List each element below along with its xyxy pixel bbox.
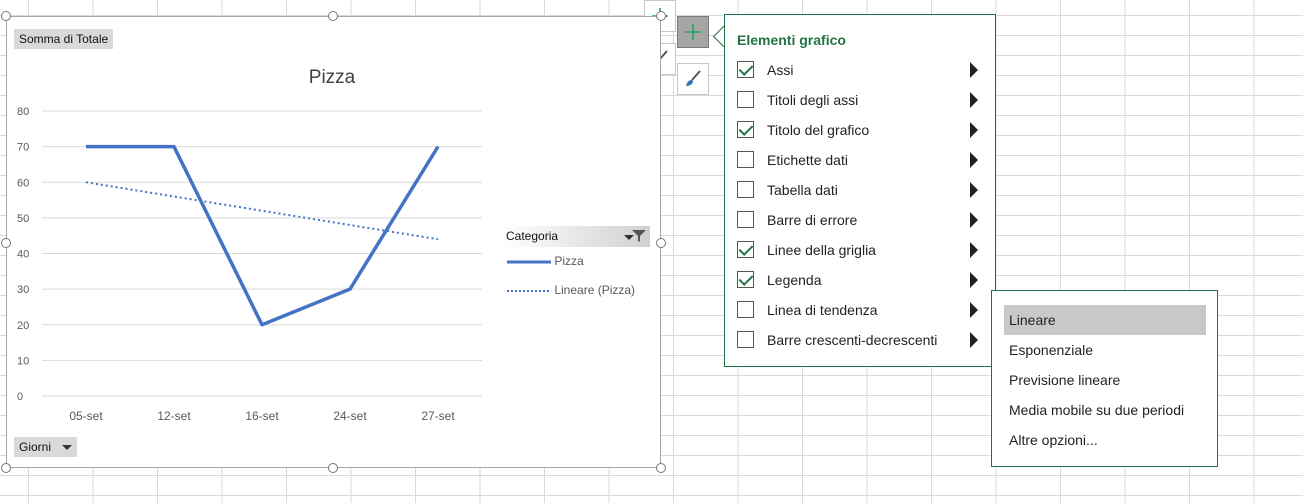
resize-handle[interactable] [656,463,666,473]
trendline-option[interactable]: Lineare [1004,305,1206,335]
chart-element-row[interactable]: Titolo del grafico [725,115,995,145]
brush-icon [686,70,701,86]
chart-element-row[interactable]: Legenda [725,265,995,295]
checkmark-icon [738,61,754,76]
add-chart-element-button[interactable] [677,16,709,48]
resize-handle[interactable] [1,11,11,21]
checkbox[interactable] [737,151,754,168]
checkbox[interactable] [737,211,754,228]
resize-handle[interactable] [1,238,11,248]
plus-icon [685,24,701,40]
resize-handle[interactable] [656,238,666,248]
y-tick-label: 30 [17,284,29,296]
x-tick-label: 12-set [157,409,191,423]
checkbox[interactable] [737,91,754,108]
chart-styles-button[interactable] [677,63,709,95]
chart-element-label: Linea di tendenza [767,302,878,318]
legend-label: Pizza [554,254,584,268]
trendline-option[interactable]: Previsione lineare [1004,365,1206,395]
checkmark-icon [738,271,754,286]
checkbox[interactable] [737,241,754,258]
submenu-arrow-icon[interactable] [970,62,978,78]
pivot-chart[interactable]: Somma di Totale Pizza 0 10 20 30 40 50 60 70 80 0… [6,16,661,468]
dropdown-arrow-icon [62,445,72,450]
trendline-option[interactable]: Media mobile su due periodi [1004,395,1206,425]
axis-field-label: Giorni [19,440,52,454]
chart-element-row[interactable]: Tabella dati [725,175,995,205]
checkmark-icon [738,241,754,256]
chart-element-label: Titolo del grafico [767,122,870,138]
submenu-arrow-icon[interactable] [970,332,978,348]
trendline-submenu: Lineare Esponenziale Previsione lineare Med… [991,290,1218,467]
y-tick-label: 70 [17,142,29,154]
checkbox[interactable] [737,61,754,78]
chart-element-row[interactable]: Barre crescenti-decrescenti [725,325,995,355]
filter-icon [632,230,646,242]
legend-category-filter[interactable]: Categoria [502,226,650,247]
chart-element-label: Assi [767,62,794,78]
chart-element-label: Legenda [767,272,822,288]
trendline-option[interactable]: Esponenziale [1004,335,1206,365]
y-tick-label: 80 [17,106,29,118]
legend-entry-series-2: Lineare (Pizza) [507,283,635,297]
trendline-option[interactable]: Altre opzioni... [1004,425,1206,455]
resize-handle[interactable] [1,463,11,473]
x-tick-label: 16-set [245,409,279,423]
chart-element-row[interactable]: Assi [725,55,995,85]
submenu-arrow-icon[interactable] [970,272,978,288]
chart-element-label: Linee della griglia [767,242,876,258]
chart-element-label: Etichette dati [767,152,848,168]
x-tick-label: 24-set [333,409,367,423]
y-tick-label: 60 [17,177,29,189]
resize-handle[interactable] [328,11,338,21]
legend-label: Lineare (Pizza) [554,283,636,297]
checkbox[interactable] [737,331,754,348]
submenu-arrow-icon[interactable] [970,212,978,228]
chart-element-label: Barre crescenti-decrescenti [767,332,938,348]
y-tick-label: 20 [17,320,29,332]
panel-title: Elementi grafico [737,32,846,48]
x-tick-label: 05-set [69,409,103,423]
chart-element-row[interactable]: Titoli degli assi [725,85,995,115]
y-tick-label: 0 [17,391,23,403]
axis-field-button[interactable]: Giorni [14,437,77,457]
chart-element-row[interactable]: Linea di tendenza [725,295,995,325]
chart-elements-panel: Elementi grafico Assi Titoli degli assi Ti… [724,14,996,367]
y-tick-label: 10 [17,355,29,367]
y-tick-label: 50 [17,213,29,225]
checkbox[interactable] [737,181,754,198]
submenu-arrow-icon[interactable] [970,242,978,258]
submenu-arrow-icon[interactable] [970,182,978,198]
chart-element-row[interactable]: Etichette dati [725,145,995,175]
resize-handle[interactable] [328,463,338,473]
chart-element-label: Barre di errore [767,212,858,228]
submenu-arrow-icon[interactable] [970,152,978,168]
checkbox[interactable] [737,301,754,318]
legend-entry-series-1: Pizza [507,254,584,268]
chart-element-label: Titoli degli assi [767,92,859,108]
y-tick-label: 40 [17,249,29,261]
data-series-line[interactable] [86,144,440,327]
checkbox[interactable] [737,271,754,288]
submenu-arrow-icon[interactable] [970,122,978,138]
submenu-arrow-icon[interactable] [970,302,978,318]
submenu-arrow-icon[interactable] [970,92,978,108]
chart-element-label: Tabella dati [767,182,838,198]
chart-element-row[interactable]: Linee della griglia [725,235,995,265]
resize-handle[interactable] [656,11,666,21]
x-tick-label: 27-set [421,409,455,423]
chart-element-row[interactable]: Barre di errore [725,205,995,235]
checkmark-icon [738,121,754,136]
legend-title: Categoria [506,229,559,243]
checkbox[interactable] [737,121,754,138]
